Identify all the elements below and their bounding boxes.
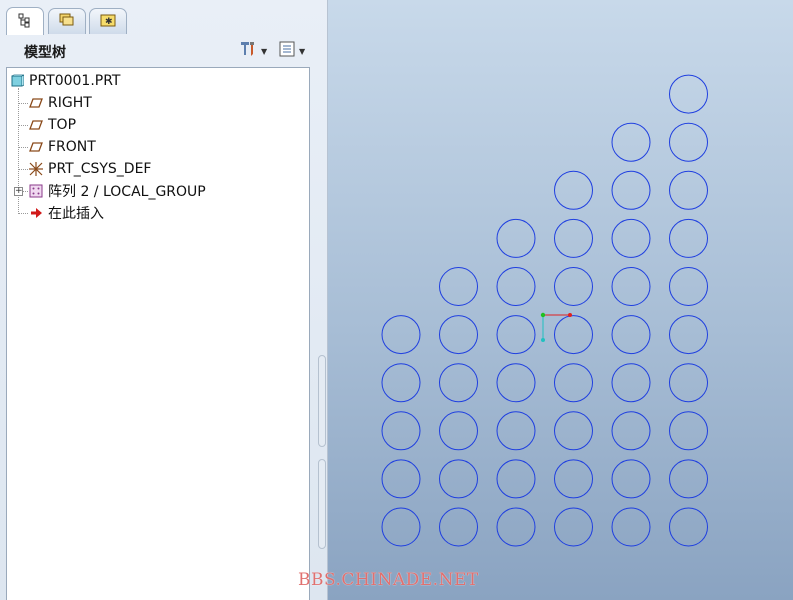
tab-favorites[interactable]: ✱ <box>89 8 127 34</box>
tree-item-csys[interactable]: PRT_CSYS_DEF <box>28 159 151 179</box>
pattern-circle[interactable] <box>496 363 536 403</box>
coordinate-system-icon <box>28 161 44 177</box>
watermark: BBS.CHINADE.NET <box>298 570 479 590</box>
pattern-circle[interactable] <box>496 411 536 451</box>
pattern-circle[interactable] <box>381 315 421 355</box>
chevron-down-icon: ▼ <box>261 46 268 56</box>
pattern-circle[interactable] <box>439 315 478 355</box>
pattern-circle[interactable] <box>439 363 478 403</box>
pattern-circle[interactable] <box>496 507 536 547</box>
pattern-circle[interactable] <box>496 267 536 306</box>
tree-item-label: PRT_CSYS_DEF <box>48 161 152 177</box>
folder-browser-icon <box>58 12 76 32</box>
pattern-circle[interactable] <box>554 315 593 355</box>
tab-model-tree[interactable] <box>6 7 44 35</box>
pattern-icon <box>28 183 44 199</box>
tree-settings-button[interactable]: ▼ <box>238 40 267 62</box>
sash-grip-lower[interactable] <box>318 459 326 549</box>
pattern-circle[interactable] <box>611 170 651 210</box>
panel-resize-sash[interactable] <box>316 355 328 600</box>
datum-plane-icon <box>28 95 44 111</box>
pattern-circle[interactable] <box>611 218 651 258</box>
panel-title: 模型树 <box>24 45 66 61</box>
pattern-circle[interactable] <box>611 315 651 355</box>
pattern-circle[interactable] <box>496 459 536 499</box>
pattern-circle[interactable] <box>381 363 421 403</box>
tree-item-pattern[interactable]: 阵列 2 / LOCAL_GROUP <box>28 181 206 201</box>
pattern-circle[interactable] <box>496 315 536 355</box>
model-tree-icon <box>17 12 33 32</box>
tree-item-insert-here[interactable]: 在此插入 <box>28 203 104 223</box>
pattern-circle[interactable] <box>554 170 593 210</box>
tree-root-item[interactable]: PRT0001.PRT <box>9 71 121 91</box>
pattern-circle[interactable] <box>611 507 651 547</box>
pattern-circle[interactable] <box>669 459 708 499</box>
tree-columns-icon <box>278 40 296 62</box>
pattern-circle[interactable] <box>381 411 421 451</box>
tree-root-label: PRT0001.PRT <box>29 73 121 89</box>
tree-item-top[interactable]: TOP <box>28 115 76 135</box>
pattern-circle[interactable] <box>611 459 651 499</box>
tree-item-right[interactable]: RIGHT <box>28 93 92 113</box>
pattern-circle[interactable] <box>669 315 708 355</box>
part-icon <box>9 73 25 89</box>
pattern-circle[interactable] <box>439 411 478 451</box>
pattern-circle[interactable] <box>439 267 478 306</box>
tree-item-label: 阵列 2 / LOCAL_GROUP <box>48 184 206 200</box>
pattern-circle[interactable] <box>669 507 708 547</box>
tree-columns-button[interactable]: ▼ <box>278 40 305 62</box>
sash-grip-upper[interactable] <box>318 355 326 447</box>
pattern-circle[interactable] <box>554 218 593 258</box>
pattern-circle[interactable] <box>611 267 651 306</box>
tree-item-label: FRONT <box>48 139 96 155</box>
tree-item-label: TOP <box>48 117 77 133</box>
pattern-circle[interactable] <box>611 363 651 403</box>
pattern-circle[interactable] <box>554 411 593 451</box>
pattern-circle[interactable] <box>554 267 593 306</box>
tab-folder-browser[interactable] <box>48 8 86 34</box>
navigator-tabs: ✱ <box>0 0 328 35</box>
pattern-circle[interactable] <box>611 122 651 162</box>
tree-item-front[interactable]: FRONT <box>28 137 96 157</box>
expand-toggle[interactable]: + <box>14 187 23 196</box>
favorites-icon: ✱ <box>99 12 117 32</box>
datum-plane-icon <box>28 117 44 133</box>
tree-item-label: RIGHT <box>48 95 92 111</box>
pattern-circle[interactable] <box>669 218 708 258</box>
pattern-circle[interactable] <box>496 218 536 258</box>
pattern-circle[interactable] <box>554 507 593 547</box>
pattern-circle[interactable] <box>554 363 593 403</box>
pattern-circle[interactable] <box>669 170 708 210</box>
pattern-circle[interactable] <box>669 122 708 162</box>
model-tree-panel: ✱ 模型树 ▼ ▼ PRT0001.PRT RIGHT TOP FRONT PR… <box>0 0 328 600</box>
datum-plane-icon <box>28 139 44 155</box>
tree-settings-icon <box>238 40 258 62</box>
model-canvas <box>381 74 708 547</box>
pattern-circle[interactable] <box>669 363 708 403</box>
pattern-circle[interactable] <box>669 267 708 306</box>
pattern-circle[interactable] <box>439 507 478 547</box>
pattern-circle[interactable] <box>669 411 708 451</box>
pattern-circle[interactable] <box>611 411 651 451</box>
pattern-circle[interactable] <box>381 507 421 547</box>
tree-item-label: 在此插入 <box>48 206 104 222</box>
pattern-circle[interactable] <box>669 74 708 114</box>
insert-here-arrow-icon <box>28 205 44 221</box>
pattern-circle[interactable] <box>554 459 593 499</box>
pattern-circle[interactable] <box>381 459 421 499</box>
panel-header: 模型树 ▼ ▼ <box>6 36 318 66</box>
graphics-window[interactable] <box>328 0 793 600</box>
chevron-down-icon: ▼ <box>299 46 306 56</box>
svg-text:✱: ✱ <box>105 17 113 27</box>
pattern-circle[interactable] <box>439 459 478 499</box>
model-tree: PRT0001.PRT RIGHT TOP FRONT PRT_CSYS_DEF <box>6 67 310 600</box>
